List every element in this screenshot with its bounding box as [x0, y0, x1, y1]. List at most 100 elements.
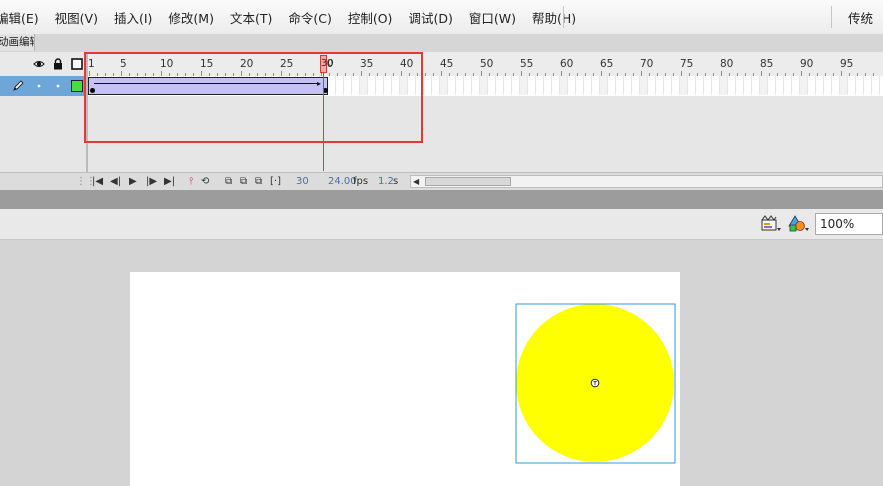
center-frame-icon[interactable]: ⫯: [189, 176, 193, 188]
onion-outline-icon[interactable]: ⧉: [240, 176, 247, 188]
frame-cell[interactable]: [752, 76, 760, 95]
edit-scene-icon[interactable]: [760, 214, 782, 234]
frame-cell[interactable]: [472, 76, 480, 95]
outline-color-swatch-icon[interactable]: [71, 80, 83, 92]
modify-markers-icon[interactable]: [·]: [270, 176, 281, 188]
frame-cell[interactable]: [664, 76, 672, 95]
frame-cell[interactable]: [672, 76, 680, 95]
frame-cell[interactable]: [872, 76, 880, 95]
frame-cell[interactable]: [448, 76, 456, 95]
edit-multiple-frames-icon[interactable]: ⧉: [255, 176, 262, 188]
frames-row[interactable]: ▸: [88, 76, 883, 97]
frame-cell[interactable]: [336, 76, 344, 95]
frame-cell[interactable]: [512, 76, 520, 95]
menu-item[interactable]: 控制(O): [340, 8, 401, 27]
onion-skin-icon[interactable]: ⧉: [225, 176, 232, 188]
prev-frame-button[interactable]: ◀|: [110, 176, 121, 188]
frame-cell[interactable]: [800, 76, 808, 95]
frame-ruler[interactable]: 15101520253035404550556065707580859095: [88, 52, 883, 77]
edit-symbols-icon[interactable]: [787, 214, 811, 234]
frame-cell[interactable]: [784, 76, 792, 95]
frame-cell[interactable]: [864, 76, 872, 95]
frame-cell[interactable]: [344, 76, 352, 95]
workspace-switcher[interactable]: 传统: [848, 0, 873, 34]
scrollbar-thumb[interactable]: [425, 177, 511, 186]
frame-cell[interactable]: [496, 76, 504, 95]
yellow-circle-symbol[interactable]: [515, 303, 677, 465]
first-frame-button[interactable]: |◀: [92, 176, 103, 188]
frame-cell[interactable]: [656, 76, 664, 95]
frame-cell[interactable]: [608, 76, 616, 95]
menu-item[interactable]: 修改(M): [160, 8, 222, 27]
frame-cell[interactable]: [832, 76, 840, 95]
next-frame-button[interactable]: |▶: [146, 176, 157, 188]
outline-icon[interactable]: [71, 58, 83, 70]
frame-cell[interactable]: [840, 76, 848, 95]
frame-cell[interactable]: [816, 76, 824, 95]
menu-item[interactable]: 视图(V): [47, 8, 106, 27]
frame-cell[interactable]: [736, 76, 744, 95]
frame-cell[interactable]: [824, 76, 832, 95]
frame-cell[interactable]: [584, 76, 592, 95]
frame-cell[interactable]: [416, 76, 424, 95]
start-keyframe-dot[interactable]: [90, 88, 95, 93]
frame-cell[interactable]: [352, 76, 360, 95]
frame-cell[interactable]: [720, 76, 728, 95]
menu-item[interactable]: 帮助(H): [524, 8, 584, 27]
frame-cell[interactable]: [776, 76, 784, 95]
menu-item[interactable]: 窗口(W): [461, 8, 524, 27]
frame-cell[interactable]: [456, 76, 464, 95]
frame-cell[interactable]: [384, 76, 392, 95]
panel-separator[interactable]: [0, 190, 883, 209]
lock-dot-icon[interactable]: [56, 84, 60, 88]
frame-cell[interactable]: [744, 76, 752, 95]
frame-cell[interactable]: [504, 76, 512, 95]
timeline-horizontal-scrollbar[interactable]: ◀: [410, 175, 883, 188]
frame-cell[interactable]: [560, 76, 568, 95]
tab-motion-editor[interactable]: 动画编辑器: [0, 34, 35, 51]
eye-icon[interactable]: [33, 58, 45, 70]
menu-item[interactable]: 插入(I): [106, 8, 160, 27]
frame-cell[interactable]: [600, 76, 608, 95]
frame-cell[interactable]: [432, 76, 440, 95]
scroll-left-arrow-icon[interactable]: ◀: [413, 177, 419, 187]
frame-cell[interactable]: [624, 76, 632, 95]
current-frame-value[interactable]: 30: [296, 176, 309, 188]
frame-cell[interactable]: [360, 76, 368, 95]
frame-cell[interactable]: [328, 76, 336, 95]
lock-icon[interactable]: [52, 58, 64, 70]
menu-item[interactable]: 命令(C): [280, 8, 339, 27]
playhead-marker[interactable]: 30: [320, 55, 334, 73]
frame-cell[interactable]: [640, 76, 648, 95]
menu-item[interactable]: 调试(D): [400, 8, 460, 27]
frame-cell[interactable]: [528, 76, 536, 95]
frame-cell[interactable]: [760, 76, 768, 95]
frame-cell[interactable]: [368, 76, 376, 95]
frame-cell[interactable]: [632, 76, 640, 95]
menu-item[interactable]: 编辑(E): [0, 8, 47, 27]
frame-cell[interactable]: [856, 76, 864, 95]
frame-cell[interactable]: [616, 76, 624, 95]
frame-cell[interactable]: [704, 76, 712, 95]
frame-cell[interactable]: [488, 76, 496, 95]
frame-cell[interactable]: [688, 76, 696, 95]
elapsed-time-value[interactable]: 1.2: [378, 176, 394, 188]
frame-cell[interactable]: [480, 76, 488, 95]
loop-icon[interactable]: ⟲: [201, 176, 209, 188]
last-frame-button[interactable]: ▶|: [164, 176, 175, 188]
frame-cell[interactable]: [576, 76, 584, 95]
frame-cell[interactable]: [544, 76, 552, 95]
frame-cell[interactable]: [696, 76, 704, 95]
frame-cell[interactable]: [768, 76, 776, 95]
layer-row-selected[interactable]: [0, 76, 86, 96]
frame-cell[interactable]: [568, 76, 576, 95]
frame-cell[interactable]: [520, 76, 528, 95]
frame-cell[interactable]: [848, 76, 856, 95]
zoom-input[interactable]: 100%: [815, 213, 883, 235]
classic-tween-span[interactable]: [88, 77, 328, 95]
frame-cell[interactable]: [536, 76, 544, 95]
frame-cell[interactable]: [712, 76, 720, 95]
frame-cell[interactable]: [376, 76, 384, 95]
frame-cell[interactable]: [424, 76, 432, 95]
frame-cell[interactable]: [808, 76, 816, 95]
